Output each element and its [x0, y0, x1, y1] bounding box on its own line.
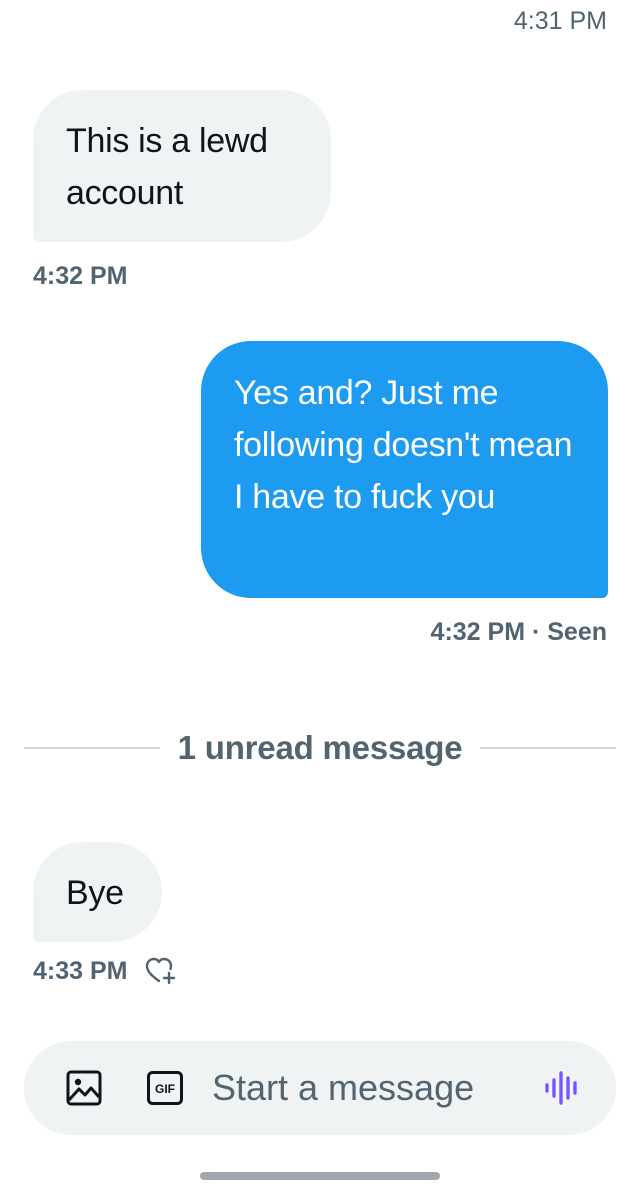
svg-text:GIF: GIF — [155, 1082, 175, 1096]
unread-divider: 1 unread message — [24, 728, 616, 768]
divider-line — [24, 747, 160, 749]
message-meta: 4:33 PM — [33, 956, 177, 986]
message-timestamp: 4:31 PM — [513, 7, 607, 35]
incoming-message-bubble[interactable]: This is a lewd account — [33, 90, 331, 242]
message-timestamp: 4:32 PM — [33, 262, 128, 290]
message-input[interactable] — [212, 1063, 532, 1113]
outgoing-message-bubble[interactable]: Yes and? Just me following doesn't mean … — [201, 341, 608, 598]
home-indicator[interactable] — [200, 1172, 440, 1180]
message-timestamp: 4:33 PM — [33, 957, 128, 985]
voice-message-icon[interactable] — [544, 1070, 582, 1106]
unread-label: 1 unread message — [177, 729, 463, 766]
divider-line — [480, 747, 616, 749]
incoming-message-bubble[interactable]: Bye — [33, 842, 162, 942]
gif-icon[interactable]: GIF — [147, 1071, 183, 1105]
add-reaction-heart-icon[interactable] — [145, 956, 177, 986]
message-status: 4:32 PM · Seen — [430, 618, 607, 646]
message-composer[interactable]: GIF — [24, 1041, 616, 1135]
image-icon[interactable] — [66, 1070, 102, 1106]
